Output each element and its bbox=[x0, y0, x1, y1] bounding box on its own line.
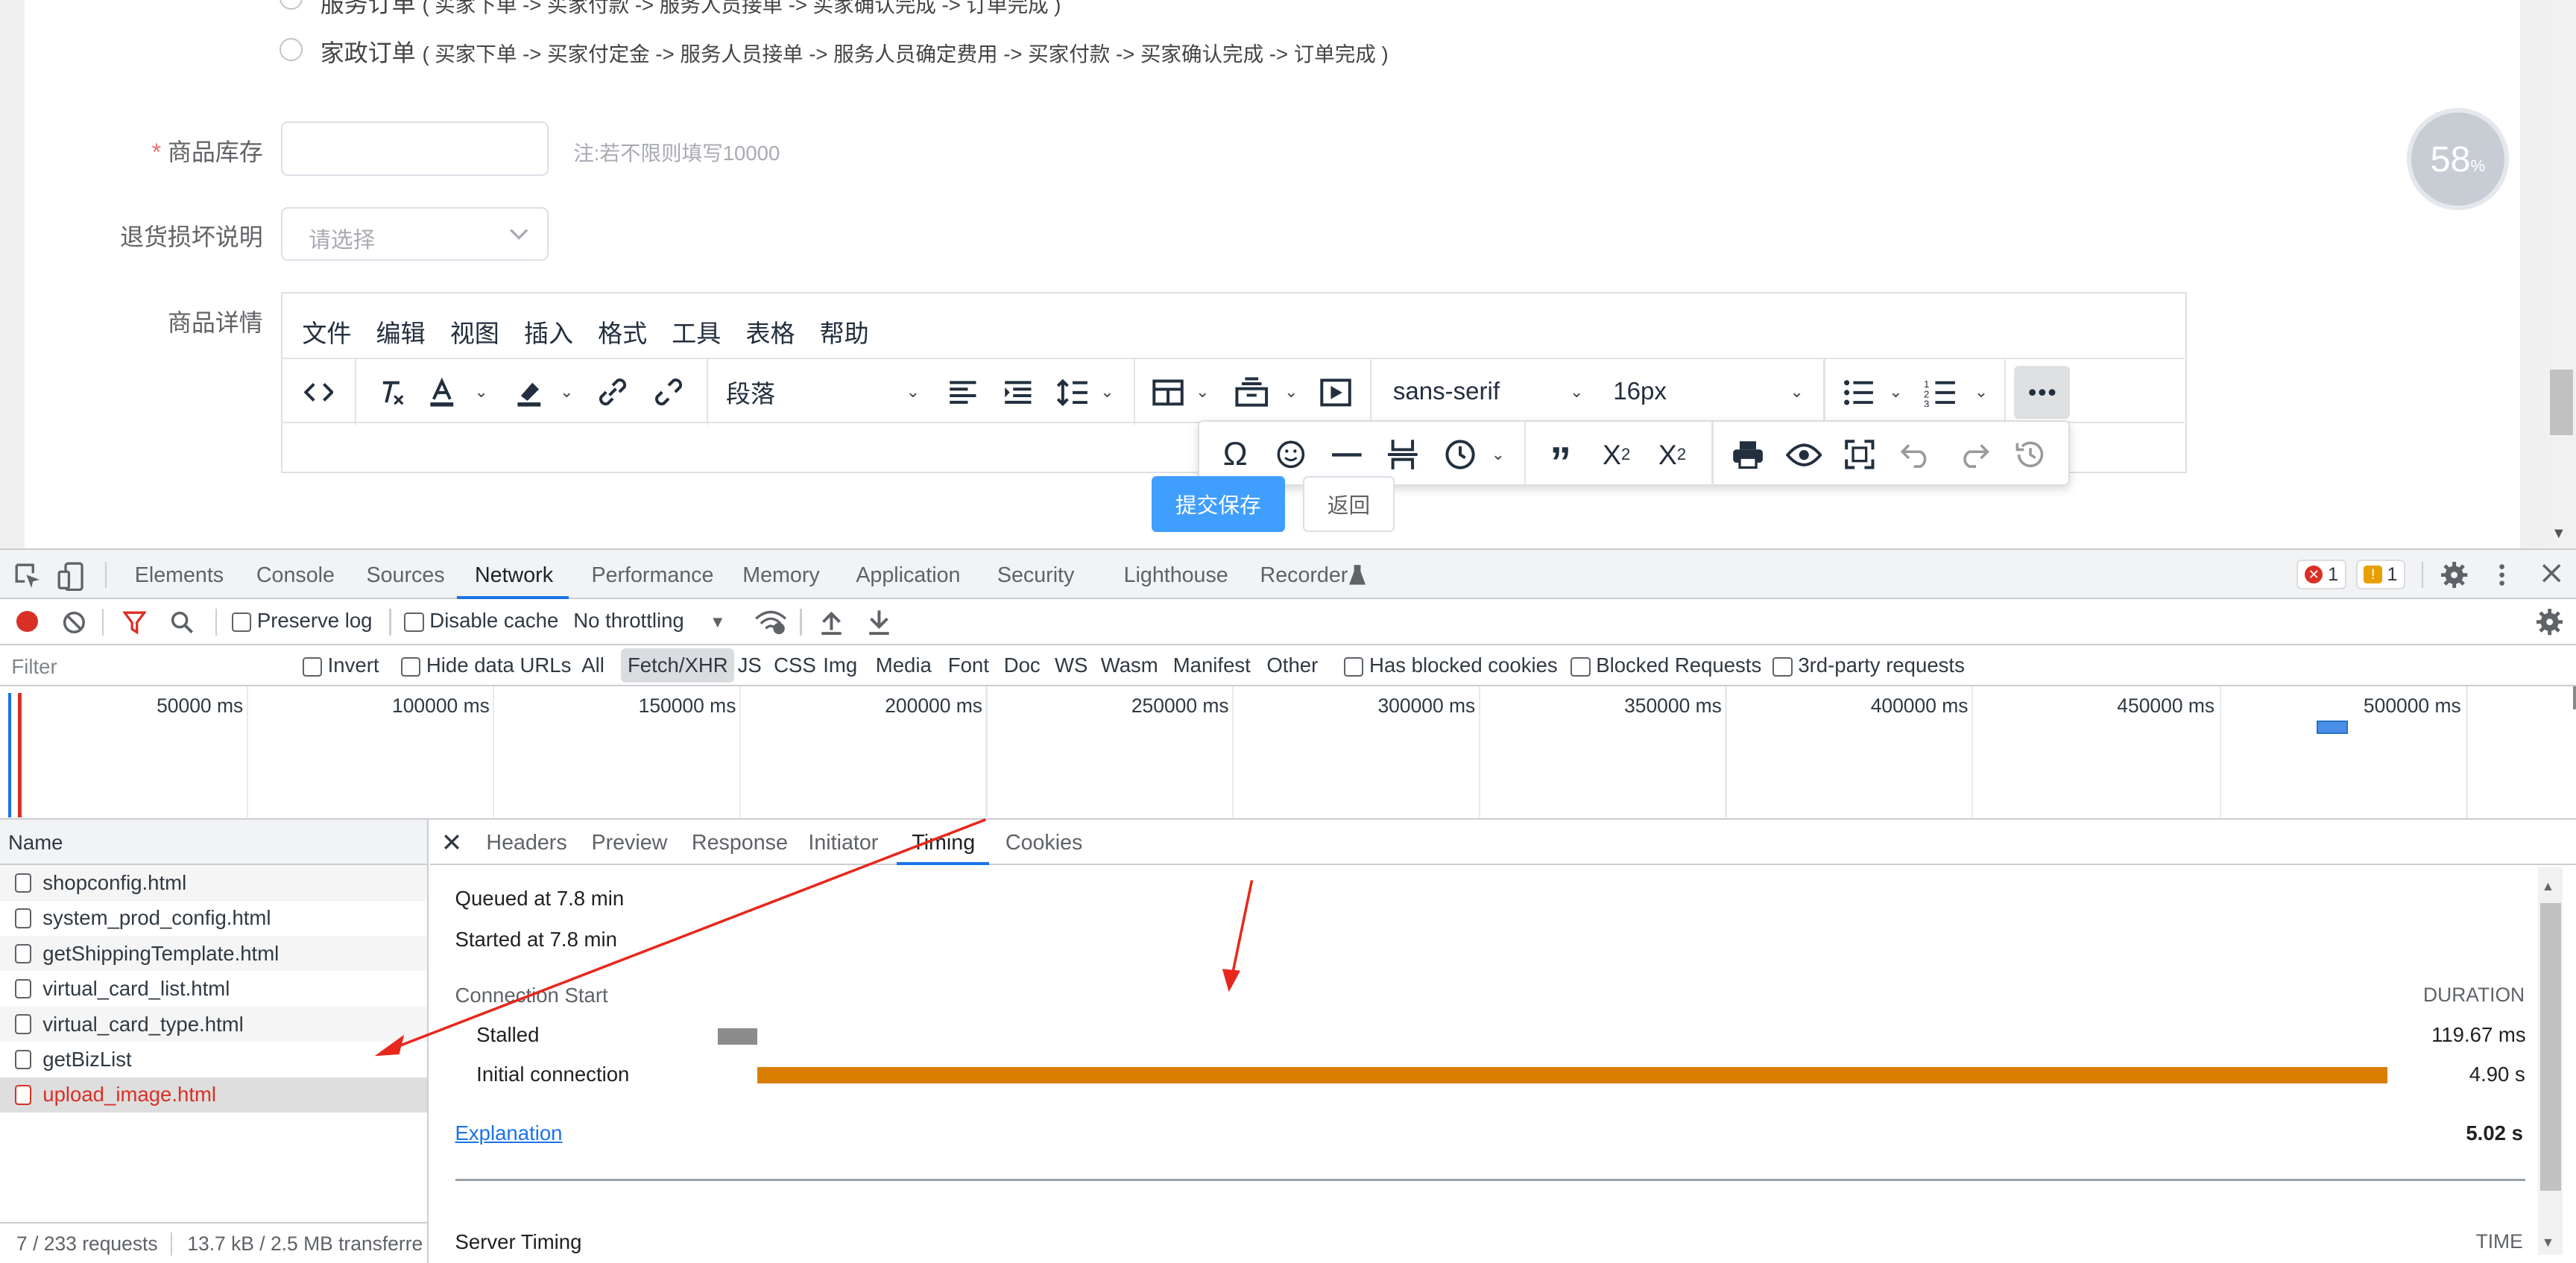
annotation-arrow-line bbox=[1231, 880, 1254, 976]
annotation-arrow-line bbox=[394, 818, 987, 1049]
annotation-arrow-head bbox=[1222, 969, 1241, 993]
annotation-arrows bbox=[374, 818, 1254, 1057]
annotation-arrow-head bbox=[374, 1034, 405, 1057]
